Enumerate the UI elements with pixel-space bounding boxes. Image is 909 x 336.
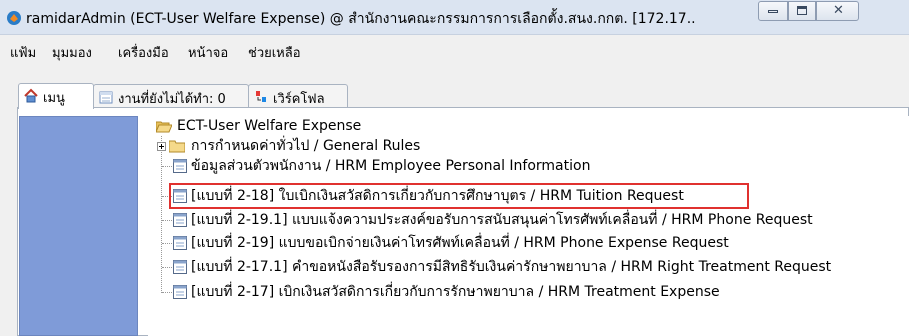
tree-item-label: [แบบที่ 2-19] แบบขอเบิกจ่ายเงินค่าโทรศัพ… <box>191 235 729 251</box>
tree-item-treatment-expense[interactable]: [แบบที่ 2-17] เบิกเงินสวัสดิการเกี่ยวกับ… <box>148 282 848 302</box>
close-button[interactable]: ✕ <box>816 1 859 21</box>
document-icon <box>173 159 187 173</box>
menu-view[interactable]: มุมมอง <box>52 42 92 63</box>
tree-connector <box>162 292 172 293</box>
tree-item-label: [แบบที่ 2-19.1] แบบแจ้งความประสงค์ขอรับก… <box>191 212 813 228</box>
title-bar: ramidarAdmin (ECT-User Welfare Expense) … <box>0 0 909 35</box>
maximize-button[interactable] <box>788 1 816 21</box>
document-icon <box>173 285 187 299</box>
tree-root-label: ECT-User Welfare Expense <box>177 118 362 134</box>
tab-menu-label: เมนู <box>43 91 65 106</box>
tree-item-label: [แบบที่ 2-17] เบิกเงินสวัสดิการเกี่ยวกับ… <box>191 284 720 300</box>
tab-pending-tasks[interactable]: งานที่ยังไม่ได้ทำ: 0 <box>93 84 249 108</box>
menu-tree: ECT-User Welfare Expense การกำหนดค่าทั่ว… <box>148 116 909 336</box>
folder-icon <box>169 140 185 153</box>
menu-window[interactable]: หน้าจอ <box>188 42 228 63</box>
tree-item-phone-request[interactable]: [แบบที่ 2-19.1] แบบแจ้งความประสงค์ขอรับก… <box>148 210 909 230</box>
tree-item-label: ข้อมูลส่วนตัวพนักงาน / HRM Employee Pers… <box>191 158 591 174</box>
tree-item-phone-expense[interactable]: [แบบที่ 2-19] แบบขอเบิกจ่ายเงินค่าโทรศัพ… <box>148 233 848 253</box>
tree-root[interactable]: ECT-User Welfare Expense <box>148 116 748 136</box>
menu-tools[interactable]: เครื่องมือ <box>118 42 169 63</box>
app-logo-icon <box>7 11 21 25</box>
tree-item-general-rules[interactable]: การกำหนดค่าทั่วไป / General Rules <box>148 136 748 156</box>
menu-file[interactable]: แฟ้ม <box>10 42 36 63</box>
workflow-icon <box>256 91 266 102</box>
close-icon: ✕ <box>833 3 844 18</box>
expand-icon[interactable] <box>157 142 166 151</box>
window-title: ramidarAdmin (ECT-User Welfare Expense) … <box>26 11 696 27</box>
folder-open-icon <box>156 121 172 133</box>
document-icon <box>173 236 187 250</box>
side-panel <box>19 116 138 336</box>
tree-item-label: การกำหนดค่าทั่วไป / General Rules <box>191 138 421 154</box>
tab-pending-tasks-label: งานที่ยังไม่ได้ทำ: 0 <box>118 92 226 107</box>
document-icon <box>173 213 187 227</box>
calendar-icon <box>99 91 113 104</box>
minimize-button[interactable] <box>758 1 788 21</box>
document-icon <box>173 260 187 274</box>
tree-connector <box>162 243 172 244</box>
tree-connector <box>162 220 172 221</box>
tab-workflow[interactable]: เวิร์คโฟล <box>248 84 348 108</box>
tree-connector <box>162 166 172 167</box>
tree-connector <box>162 267 172 268</box>
highlight-box <box>169 183 749 209</box>
tab-workflow-label: เวิร์คโฟล <box>273 92 325 107</box>
menu-help[interactable]: ช่วยเหลือ <box>248 42 301 63</box>
tree-item-right-treatment[interactable]: [แบบที่ 2-17.1] คำขอหนังสือรับรองการมีสิ… <box>148 257 909 277</box>
tree-item-employee-info[interactable]: ข้อมูลส่วนตัวพนักงาน / HRM Employee Pers… <box>148 156 748 176</box>
tree-item-label: [แบบที่ 2-17.1] คำขอหนังสือรับรองการมีสิ… <box>191 259 832 275</box>
tab-menu[interactable]: เมนู <box>18 83 94 109</box>
home-icon <box>24 88 38 103</box>
